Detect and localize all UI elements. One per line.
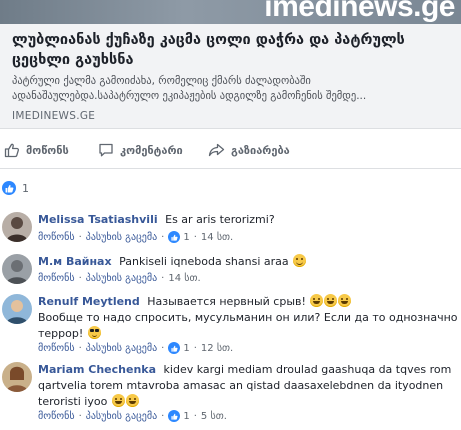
like-button-label: მოწონს [26,143,69,157]
like-reaction-icon [168,231,181,243]
link-description: პატრული ქალმა გამოიძახა, რომელიც ქმარს ძ… [12,75,367,102]
laughing-emoji-icon [338,294,352,307]
comment-meta: მოწონს · პასუხის გაცემა · 1 · 12 სთ. [38,342,234,354]
comment-like-count[interactable]: 1 [183,411,189,422]
comment-reply-link[interactable]: პასუხის გაცემა [86,273,157,284]
comment-timestamp[interactable]: 5 სთ. [201,411,227,422]
laughing-emoji-icon [111,394,125,407]
like-reaction-icon [168,342,181,354]
comment-timestamp[interactable]: 12 სთ. [201,343,233,354]
share-arrow-icon [208,143,225,157]
laughing-emoji-icon [324,294,338,307]
like-button[interactable]: მოწონს [4,138,69,162]
smile-emoji-icon [293,254,307,267]
comment-like-link[interactable]: მოწონს [38,232,75,243]
site-logo-text: imedinews.ge [264,0,455,23]
comment-reply-link[interactable]: პასუხის გაცემა [86,232,157,243]
comment-text: Pankiseli iqneboda shansi araa [119,255,289,268]
thumbs-up-icon [4,143,20,158]
comment-timestamp[interactable]: 14 სთ. [201,232,233,243]
comment-meta: მოწონს · პასუხის გაცემა · 1 · 14 სთ. [38,231,234,243]
comment-body: М.м Вайнах Pankiseli iqneboda shansi ara… [38,254,458,270]
comment-button[interactable]: კომენტარი [98,138,183,162]
link-domain: IMEDINEWS.GE [12,110,96,122]
link-preview-image[interactable]: imedinews.ge [0,0,461,24]
commenter-name[interactable]: Mariam Chechenka [38,363,156,376]
comment-text-continued: Вообще то надо спросить, мусульманин он … [38,311,458,340]
comment-like-link[interactable]: მოწონს [38,343,75,354]
comment-reply-link[interactable]: პასუხის გაცემა [86,411,157,422]
laughing-emoji-icon [310,294,324,307]
post-action-bar: მოწონს კომენტარი გაზიარება [0,138,461,162]
comment-like-count[interactable]: 1 [183,232,189,243]
commenter-name[interactable]: М.м Вайнах [38,255,112,268]
comment-meta: მოწონს · პასუხის გაცემა · 14 სთ. [38,273,201,284]
comment-body: Melissa Tsatiashvili Es ar aris terorizm… [38,212,458,228]
sunglasses-emoji-icon [87,326,101,339]
comment-body: Renulf Meytlend Называется нервный срыв!… [38,294,458,342]
comment-text: Es ar aris terorizmi? [165,213,275,226]
comment-reply-link[interactable]: პასუხის გაცემა [86,343,157,354]
divider [0,168,461,169]
comment-like-link[interactable]: მოწონს [38,411,75,422]
comment-timestamp[interactable]: 14 სთ. [168,273,200,284]
comment-like-count[interactable]: 1 [183,343,189,354]
link-title[interactable]: ლუბლიანას ქუჩაზე კაცმა ცოლი დაჭრა და პატ… [12,30,452,70]
comment-bubble-icon [99,143,113,157]
comment-like-link[interactable]: მოწონს [38,273,75,284]
reaction-count: 1 [22,181,29,195]
avatar[interactable] [2,294,32,324]
like-reaction-icon [2,181,16,195]
share-button-label: გაზიარება [231,143,290,157]
avatar[interactable] [2,362,32,392]
share-button[interactable]: გაზიარება [208,138,290,162]
commenter-name[interactable]: Renulf Meytlend [38,295,140,308]
like-reaction-icon [168,410,181,422]
laughing-emoji-icon [125,394,139,407]
comment-body: Mariam Chechenka kidev kargi mediam drou… [38,362,458,410]
avatar[interactable] [2,212,32,242]
comment-button-label: კომენტარი [120,143,183,157]
comment-meta: მოწონს · პასუხის გაცემა · 1 · 5 სთ. [38,410,227,422]
link-preview-card[interactable]: ლუბლიანას ქუჩაზე კაცმა ცოლი დაჭრა და პატ… [0,24,461,129]
comment-text: Называется нервный срыв! [147,295,306,308]
avatar[interactable] [2,254,32,284]
reactions-summary[interactable]: 1 [2,180,29,196]
commenter-name[interactable]: Melissa Tsatiashvili [38,213,158,226]
